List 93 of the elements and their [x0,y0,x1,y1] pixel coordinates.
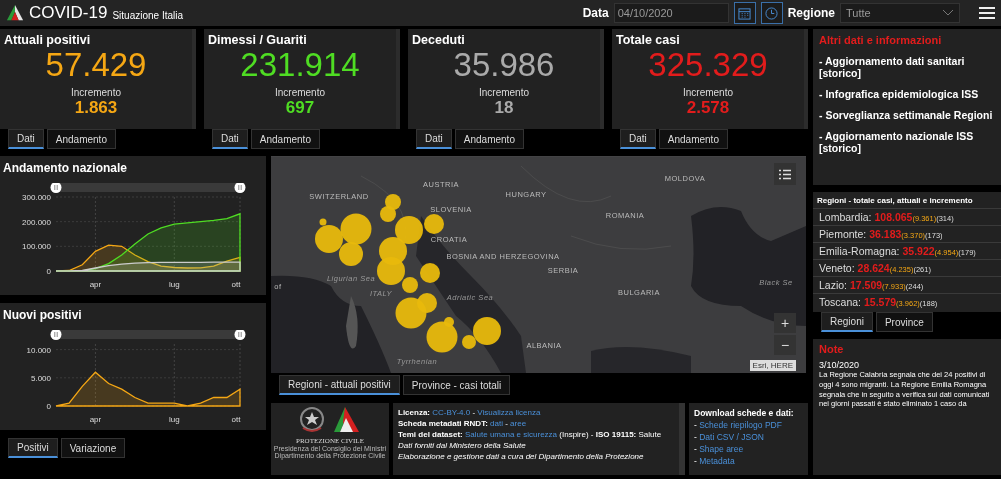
map-tab[interactable]: Regioni - attuali positivi [279,375,400,395]
download-title: Download schede e dati: [694,408,795,418]
card-tab[interactable]: Andamento [658,129,728,149]
kpi-title: Attuali positivi [3,32,92,47]
info-link[interactable]: CC-BY-4.0 [432,408,471,417]
download-item: - Schede riepilogo PDF [694,420,783,430]
y-tick-label: 200.000 [22,217,51,227]
x-tick-label: lug [168,280,180,289]
region-tab[interactable]: Province [875,312,933,332]
x-tick-label: apr [89,415,102,424]
info-line: Elaborazione e gestione dati a cura del Dipartimento della Protezione [398,452,645,461]
info-link[interactable]: - Sorveglianza settimanale Regioni [819,109,995,121]
date-field[interactable]: 04/10/2020 [613,3,729,23]
info-link[interactable]: Visualizza licenza [477,408,541,417]
kpi-value: 325.329 [648,47,768,83]
kpi-value: 231.914 [240,47,360,83]
download-item: - Shape aree [694,444,745,454]
download-link[interactable]: Shape aree [699,444,744,454]
download-link[interactable]: Dati CSV / JSON [699,432,764,442]
range-handle-icon[interactable] [234,183,246,193]
card-tab[interactable]: Dati [8,129,44,149]
y-tick-label: 5.000 [30,373,51,383]
clock-icon[interactable] [760,2,783,24]
x-tick-label: ott [231,280,241,289]
x-tick-label: ott [231,415,241,424]
app-subtitle: Situazione Italia [112,9,184,21]
increment-value: 1.863 [74,98,118,118]
info-link[interactable]: - Aggiornamento dati sanitari [storico] [819,55,995,79]
app-title: COVID-19 [29,3,108,23]
date-label: Data [582,6,609,20]
card-tab[interactable]: Andamento [454,129,524,149]
kpi-title: Dimessi / Guariti [207,32,308,47]
card-tab[interactable]: Dati [416,129,452,149]
card-tab[interactable]: Andamento [250,129,320,149]
y-tick-label: 300.000 [22,193,51,202]
x-tick-label: apr [89,280,102,289]
panel-title: Regioni - totale casi, attuali e incremento [816,196,974,207]
menu-icon[interactable] [979,6,995,20]
y-tick-label: 10.000 [26,345,51,355]
panel-title: Note [819,343,845,355]
info-line: Temi del dataset: Salute umana e sicurezza (Inspire) - ISO 19115: Salute [398,430,663,439]
card-tab[interactable]: Dati [212,129,248,149]
range-handle-icon[interactable] [50,183,62,193]
info-line: Scheda metadati RNDT: dati - aree [398,419,528,428]
increment-value: 18 [494,98,514,118]
download-item: - Dati CSV / JSON [694,432,765,442]
region-select[interactable]: Tutte [840,3,960,23]
download-item: - Metadata [694,456,736,466]
note-date: 3/10/2020 [819,360,861,370]
info-link[interactable]: aree [510,419,527,428]
kpi-value: 57.429 [45,47,147,83]
kpi-title: Deceduti [411,32,466,47]
y-tick-label: 0 [46,267,51,276]
region-tab[interactable]: Regioni [821,312,873,332]
y-tick-label: 100.000 [22,242,51,252]
card-tab[interactable]: Andamento [46,129,116,149]
info-line: Licenza: CC-BY-4.0 - Visualizza licenza [398,408,542,417]
panel-title: Altri dati e informazioni [819,34,943,46]
download-link[interactable]: Schede riepilogo PDF [699,420,782,430]
info-line: Dati forniti dal Ministero della Salute [398,441,527,450]
chart-tab[interactable]: Positivi [8,438,58,458]
increment-label: Incremento [683,87,733,98]
x-tick-label: lug [168,415,180,424]
chart-title: Nuovi positivi [2,307,83,324]
card-tab[interactable]: Dati [620,129,656,149]
map-drawing[interactable] [271,156,806,373]
logo-icon [6,4,24,22]
chart-title: Andamento nazionale [2,160,128,177]
caret-icon [942,9,954,17]
info-link[interactable]: dati [490,419,503,428]
increment-value: 2.578 [686,98,730,118]
increment-label: Incremento [479,87,529,98]
download-link[interactable]: Metadata [699,456,735,466]
map-tab[interactable]: Province - casi totali [402,375,511,395]
map-attribution: Esri, HERE [749,360,796,371]
zoom-out-button[interactable]: − [774,335,796,355]
legend-list-icon[interactable] [774,163,796,185]
increment-value: 697 [285,98,315,118]
range-handle-icon[interactable] [234,330,246,340]
kpi-title: Totale casi [615,32,681,47]
chart-tab[interactable]: Variazione [60,438,126,458]
zoom-in-button[interactable]: + [774,313,796,333]
info-link[interactable]: - Aggiornamento nazionale ISS [storico] [819,130,995,154]
emblem-icon [299,406,325,434]
increment-label: Incremento [275,87,325,98]
region-label: Regione [787,6,835,20]
kpi-value: 35.986 [453,47,555,83]
info-link[interactable]: - Infografica epidemiologica ISS [819,88,995,100]
info-link[interactable]: Salute umana e sicurezza [465,430,558,439]
y-tick-label: 0 [46,402,51,411]
increment-label: Incremento [71,87,121,98]
range-handle-icon[interactable] [50,330,62,340]
calendar-icon[interactable] [733,2,756,24]
